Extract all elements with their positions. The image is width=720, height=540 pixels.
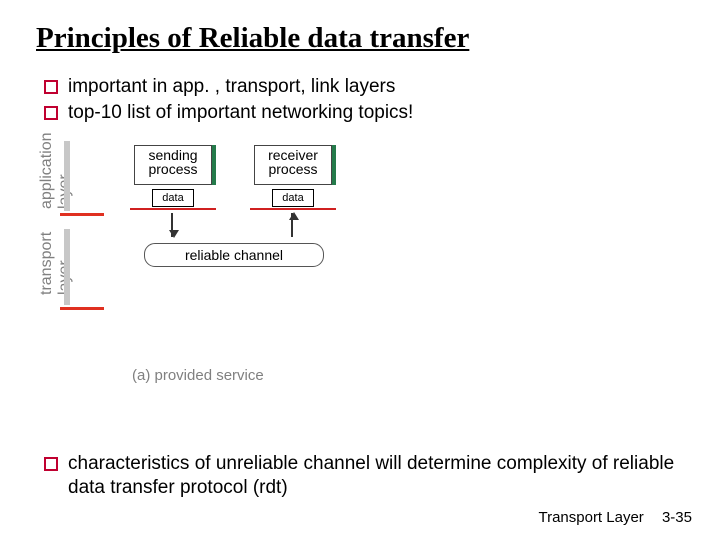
bullet-list: important in app. , transport, link laye… [44,75,686,125]
bullet-text: top-10 list of important networking topi… [68,101,413,125]
footer-chapter: Transport Layer [538,509,643,526]
data-underline [250,208,336,210]
layer-bar [64,141,70,211]
bullet-icon [44,106,58,120]
bullet-icon [44,80,58,94]
arrow-up-icon [291,213,293,237]
channel-label: reliable channel [144,243,324,267]
page-title: Principles of Reliable data transfer [36,22,686,55]
bullet-icon [44,457,58,471]
layer-divider [60,307,104,310]
diagram: applicationlayer transportlayer sendingp… [40,133,420,393]
data-box-send: data [152,189,194,207]
footer: Transport Layer 3-35 [538,509,692,526]
diagram-caption: (a) provided service [132,367,264,384]
bullet-text: characteristics of unreliable channel wi… [68,452,680,500]
list-item: important in app. , transport, link laye… [44,75,686,99]
bottom-bullet: characteristics of unreliable channel wi… [44,450,680,502]
data-box-recv: data [272,189,314,207]
arrow-down-icon [171,213,173,237]
channel-box: reliable channel [144,243,324,267]
footer-page: 3-35 [662,509,692,526]
sending-process-box: sendingprocess [134,145,212,185]
receiver-process-box: receiverprocess [254,145,332,185]
data-underline [130,208,216,210]
layer-divider [60,213,104,216]
bullet-text: important in app. , transport, link laye… [68,75,395,99]
layer-bar [64,229,70,305]
list-item: top-10 list of important networking topi… [44,101,686,125]
